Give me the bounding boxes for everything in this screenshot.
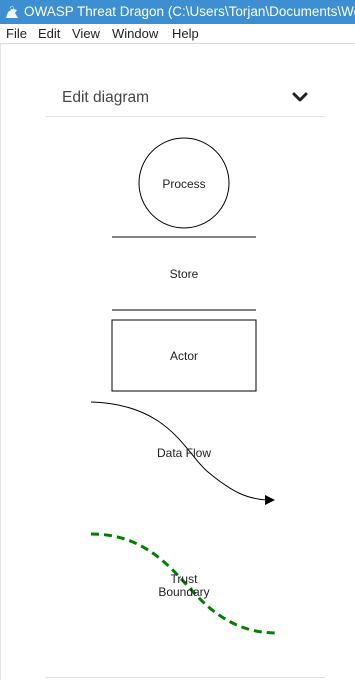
store-label: Store: [170, 267, 199, 281]
window-titlebar: OWASP Threat Dragon (C:\Users\Torjan\Doc…: [0, 0, 355, 24]
menu-file[interactable]: File: [6, 24, 27, 43]
data-flow-label: Data Flow: [157, 446, 211, 460]
process-stencil[interactable]: Process: [138, 137, 230, 229]
menu-help[interactable]: Help: [172, 24, 199, 43]
process-label: Process: [162, 177, 205, 191]
stencil-palette: Process Store Actor Data Flow Trust Boun…: [90, 137, 278, 635]
menu-view[interactable]: View: [72, 24, 100, 43]
actor-label: Actor: [170, 349, 198, 363]
trust-boundary-stencil[interactable]: Trust Boundary: [90, 532, 278, 635]
panel-bottom-divider: [46, 677, 325, 678]
data-flow-stencil[interactable]: Data Flow: [90, 401, 275, 505]
app-icon: [6, 6, 18, 18]
diagram-editor-pane: Edit diagram Process Store Actor Data Fl…: [0, 44, 355, 680]
store-stencil[interactable]: Store: [112, 236, 256, 311]
actor-stencil[interactable]: Actor: [111, 319, 257, 392]
menu-window[interactable]: Window: [112, 24, 158, 43]
menu-bar: File Edit View Window Help: [0, 24, 355, 44]
trust-boundary-label-line1: Trust: [171, 572, 199, 586]
menu-edit[interactable]: Edit: [38, 24, 60, 43]
trust-boundary-label-line2: Boundary: [158, 585, 209, 599]
window-title: OWASP Threat Dragon (C:\Users\Torjan\Doc…: [24, 4, 355, 19]
